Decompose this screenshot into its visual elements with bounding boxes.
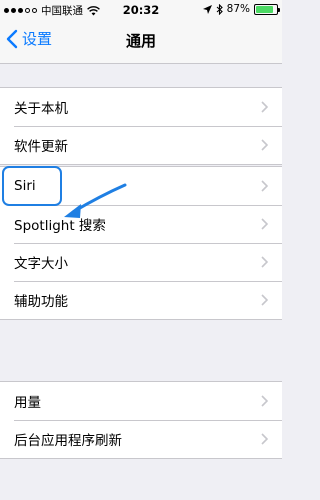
status-bar: 中国联通 20:32 87% [0,0,282,20]
row-accessibility[interactable]: 辅助功能 [0,281,282,319]
bluetooth-icon [216,3,223,15]
page-title: 通用 [125,32,156,50]
row-software-update[interactable]: 软件更新 [0,126,282,164]
chevron-right-icon [261,395,268,407]
chevron-right-icon [261,218,268,230]
row-about[interactable]: 关于本机 [0,88,282,126]
siri-highlight-box [2,166,62,206]
row-text-size[interactable]: 文字大小 [0,243,282,281]
row-label: 用量 [14,395,41,411]
location-icon [202,4,212,14]
chevron-right-icon [261,433,268,445]
chevron-right-icon [261,294,268,306]
chevron-right-icon [261,101,268,113]
battery-icon [254,3,280,15]
row-label: 后台应用程序刷新 [14,433,122,449]
chevron-right-icon [261,256,268,268]
battery-percent: 87% [226,3,250,15]
row-spotlight[interactable]: Spotlight 搜索 [0,205,282,243]
pointing-arrow-icon [64,183,127,218]
row-label: 辅助功能 [14,294,68,310]
row-label: 文字大小 [14,256,68,272]
chevron-right-icon [261,180,268,192]
navigation-bar: 设置 通用 [0,20,282,64]
status-right: 87% [202,3,280,15]
row-label: 软件更新 [14,139,68,155]
chevron-right-icon [261,139,268,151]
row-label: 关于本机 [14,101,68,117]
row-usage[interactable]: 用量 [0,382,282,420]
settings-group-usage: 用量 后台应用程序刷新 [0,381,282,459]
row-background-refresh[interactable]: 后台应用程序刷新 [0,420,282,458]
settings-group-about: 关于本机 软件更新 [0,87,282,165]
